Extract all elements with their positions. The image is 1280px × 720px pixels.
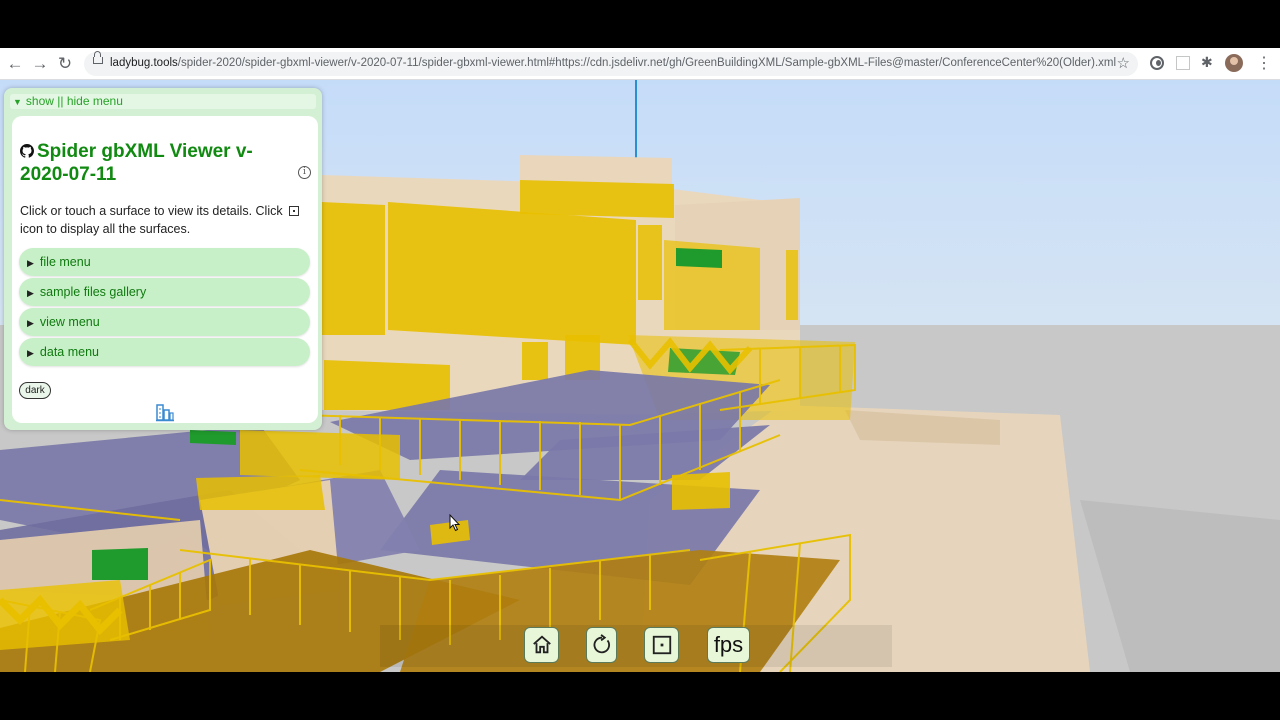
bookmark-star-icon[interactable]: ☆ xyxy=(1117,54,1130,72)
facade-panel xyxy=(522,342,548,380)
url-text: ladybug.tools/spider-2020/spider-gbxml-v… xyxy=(110,57,1116,69)
mouse-pointer-icon xyxy=(449,514,461,532)
forward-button[interactable]: → xyxy=(29,53,51,75)
data-menu-summary[interactable]: ▶ data menu xyxy=(19,338,310,366)
caret-down-icon: ▼ xyxy=(13,97,22,107)
sample-files-gallery-label: sample files gallery xyxy=(39,285,147,299)
building-icon[interactable] xyxy=(155,402,175,422)
file-menu-label: file menu xyxy=(39,255,91,269)
surfaces-square-icon xyxy=(289,206,300,216)
menu-card: Spider gbXML Viewer v-2020-07-11 i Click… xyxy=(12,116,318,423)
reload-button[interactable]: ↻ xyxy=(54,53,76,75)
facade-panel xyxy=(196,475,325,510)
menu-toggle-label: show || hide menu xyxy=(25,94,123,108)
view-menu-label: view menu xyxy=(39,315,100,329)
caret-right-icon: ▶ xyxy=(27,258,34,268)
facade-panel xyxy=(638,225,662,300)
caret-right-icon: ▶ xyxy=(27,348,34,358)
app-title-text: Spider gbXML Viewer v-2020-07-11 xyxy=(20,141,253,185)
home-button[interactable] xyxy=(524,627,559,663)
show-all-surfaces-button[interactable] xyxy=(644,627,679,663)
extension-square-icon[interactable] xyxy=(1176,56,1190,70)
dark-mode-button[interactable]: dark xyxy=(19,382,51,399)
facade-panel xyxy=(786,250,798,320)
sample-files-gallery-summary[interactable]: ▶ sample files gallery xyxy=(19,278,310,306)
view-menu-summary[interactable]: ▶ view menu xyxy=(19,308,310,336)
ground-shadow xyxy=(1080,500,1280,672)
toolbar-shadow xyxy=(380,625,892,667)
extensions-puzzle-icon[interactable]: ✱ xyxy=(1201,54,1215,70)
menu-toggle-summary[interactable]: ▼ show || hide menu xyxy=(10,94,316,109)
app-title[interactable]: Spider gbXML Viewer v-2020-07-11 xyxy=(20,140,300,186)
facade-panel xyxy=(322,202,385,335)
facade-panel xyxy=(388,202,636,345)
browser-menu-icon[interactable]: ⋮ xyxy=(1256,53,1272,73)
menu-panel: ▼ show || hide menu Spider gbXML Viewer v… xyxy=(4,88,322,430)
address-bar[interactable]: ladybug.tools/spider-2020/spider-gbxml-v… xyxy=(84,51,1138,76)
window-green xyxy=(676,248,722,268)
facade-panel xyxy=(672,472,730,510)
extension-circle-icon[interactable] xyxy=(1150,56,1164,70)
back-button[interactable]: ← xyxy=(4,53,26,75)
home-icon xyxy=(532,635,551,654)
url-path: /spider-2020/spider-gbxml-viewer/v-2020-… xyxy=(177,57,1117,69)
letterbox-bottom xyxy=(0,672,1280,720)
rotate-button[interactable] xyxy=(586,627,617,663)
profile-avatar[interactable] xyxy=(1225,54,1243,72)
caret-right-icon: ▶ xyxy=(27,318,34,328)
description-text: Click or touch a surface to view its det… xyxy=(20,202,310,238)
browser-toolbar: ← → ↻ ladybug.tools/spider-2020/spider-g… xyxy=(0,48,1280,80)
rotate-icon xyxy=(593,634,610,654)
lock-icon xyxy=(93,51,103,64)
github-icon[interactable] xyxy=(20,144,34,158)
url-domain: ladybug.tools xyxy=(110,57,178,69)
facade-panel xyxy=(520,180,674,218)
caret-right-icon: ▶ xyxy=(27,288,34,298)
data-menu-label: data menu xyxy=(39,345,99,359)
window-green xyxy=(190,430,236,445)
info-icon[interactable]: i xyxy=(298,166,311,179)
letterbox-top xyxy=(0,0,1280,48)
file-menu-summary[interactable]: ▶ file menu xyxy=(19,248,310,276)
description-end: icon to display all the surfaces. xyxy=(20,222,191,236)
fps-button[interactable]: fps xyxy=(707,627,750,663)
window-green xyxy=(92,548,148,580)
square-dot-icon xyxy=(652,635,671,655)
description-start: Click or touch a surface to view its det… xyxy=(20,204,283,218)
